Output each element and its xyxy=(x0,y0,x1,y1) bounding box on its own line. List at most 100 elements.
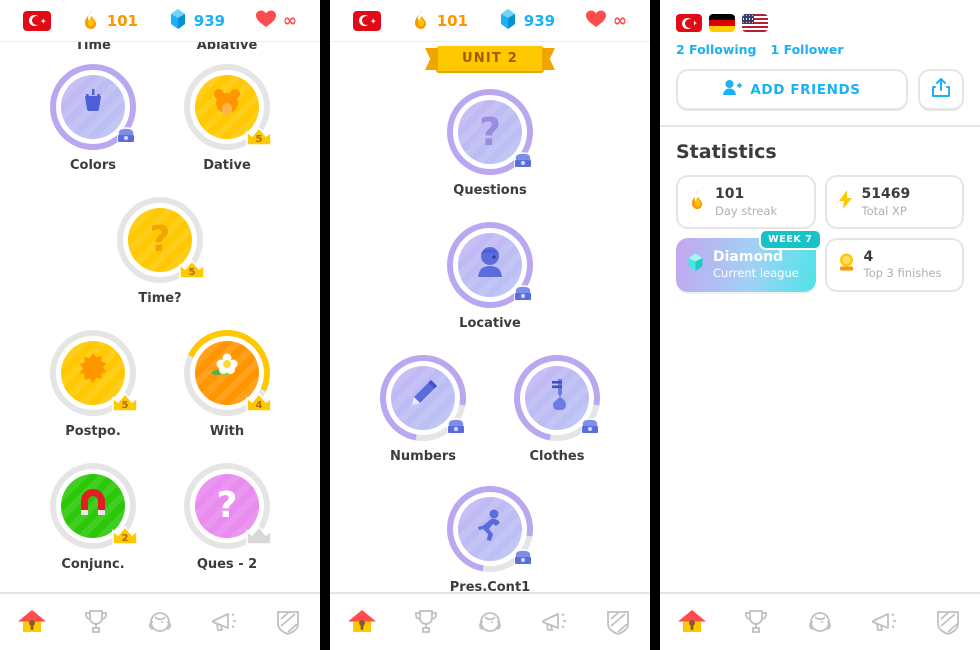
lesson-node-pres-cont1[interactable]: Pres.Cont1 xyxy=(430,469,550,592)
progress-ring: 4 xyxy=(171,317,283,429)
medal-icon xyxy=(837,252,856,277)
lesson-node-locative[interactable]: Locative xyxy=(435,222,545,331)
node-label: Numbers xyxy=(390,449,456,464)
crown-badge: 5 xyxy=(244,124,274,148)
stat-card-current-league[interactable]: WEEK 7 Diamond Current league xyxy=(676,228,822,292)
streak-count: 101 xyxy=(436,11,468,30)
chest-badge xyxy=(509,546,537,570)
heart-icon xyxy=(255,9,277,33)
stat-card-top-3-finishes[interactable]: 4 Top 3 finishes xyxy=(824,237,964,292)
share-icon xyxy=(931,77,951,102)
node-cutoff-time: Time xyxy=(38,42,148,52)
lesson-row: 2 Conjunc. ? Ques - 2 xyxy=(0,463,320,572)
usa-flag-icon[interactable] xyxy=(742,14,768,32)
progress-ring xyxy=(447,222,533,308)
trophy-icon[interactable] xyxy=(733,602,779,642)
megaphone-icon[interactable] xyxy=(861,602,907,642)
trophy-icon[interactable] xyxy=(403,602,449,642)
node-label: Time xyxy=(75,42,111,52)
bottom-navigation-middle xyxy=(330,592,650,650)
hearts-count: ∞ xyxy=(282,10,298,31)
turkey-flag-icon[interactable]: ✦ xyxy=(676,14,702,32)
turkey-flag-icon: ✦ xyxy=(352,10,381,31)
lesson-node-clothes[interactable]: Clothes xyxy=(497,338,617,464)
running-icon xyxy=(473,508,507,550)
lesson-node-conjunc[interactable]: 2 Conjunc. xyxy=(38,463,148,572)
follow-stats: 2 Following 1 Follower xyxy=(676,42,964,57)
unit-banner[interactable]: UNIT 2 xyxy=(436,46,544,71)
crown-level: 4 xyxy=(255,400,263,411)
lesson-node-questions[interactable]: ? Questions xyxy=(435,89,545,198)
screen-learn-path-middle: ✦ 101 939 ∞ UNIT 2 ? Questions Locative … xyxy=(330,0,650,650)
streak-counter[interactable]: 101 xyxy=(81,8,138,34)
stat-value: Diamond xyxy=(713,248,784,265)
profile-scroll[interactable]: ✦ 2 Following 1 Follower ADD FRIENDS Sta… xyxy=(660,0,980,592)
crown-badge: 4 xyxy=(244,390,274,414)
share-button[interactable] xyxy=(918,69,964,111)
screen-learn-path-left: ✦ 101 939 ∞ Time Ablative Colors 5 Dativ… xyxy=(0,0,320,650)
megaphone-icon[interactable] xyxy=(531,602,577,642)
hearts-counter[interactable]: ∞ xyxy=(255,9,297,33)
trophy-icon[interactable] xyxy=(73,602,119,642)
character-icon[interactable] xyxy=(797,602,843,642)
lesson-row: ? 5 Time? xyxy=(0,197,320,306)
progress-ring xyxy=(363,338,483,458)
lesson-node-postpo[interactable]: 5 Postpo. xyxy=(38,330,148,439)
home-icon[interactable] xyxy=(339,602,385,642)
following-count[interactable]: 2 Following xyxy=(676,42,757,57)
lesson-node-time-q[interactable]: ? 5 Time? xyxy=(105,197,215,306)
hearts-counter[interactable]: ∞ xyxy=(585,9,627,33)
learn-path-scroll-left[interactable]: Time Ablative Colors 5 Dative ? 5 Time? … xyxy=(0,42,320,592)
lesson-node-dative[interactable]: 5 Dative xyxy=(172,64,282,173)
shield-icon[interactable] xyxy=(265,602,311,642)
stat-label: Current league xyxy=(713,266,799,281)
lesson-node-ques-2[interactable]: ? Ques - 2 xyxy=(172,463,282,572)
home-icon[interactable] xyxy=(669,602,715,642)
crown-badge: 5 xyxy=(110,390,140,414)
followers-count[interactable]: 1 Follower xyxy=(771,42,844,57)
character-icon[interactable] xyxy=(467,602,513,642)
megaphone-icon[interactable] xyxy=(201,602,247,642)
home-icon[interactable] xyxy=(9,602,55,642)
crown-badge-locked xyxy=(244,523,274,547)
germany-flag-icon[interactable] xyxy=(709,14,735,32)
stat-label: Total XP xyxy=(861,203,907,218)
character-icon[interactable] xyxy=(137,602,183,642)
lesson-node-numbers[interactable]: Numbers xyxy=(363,338,483,464)
language-selector[interactable]: ✦ xyxy=(22,10,51,31)
crown-level: 5 xyxy=(255,134,263,145)
profile-actions: ADD FRIENDS xyxy=(676,69,964,111)
language-selector[interactable]: ✦ xyxy=(352,10,381,31)
streak-counter[interactable]: 101 xyxy=(411,8,468,34)
add-friends-button[interactable]: ADD FRIENDS xyxy=(676,69,908,111)
gem-icon xyxy=(498,8,518,34)
progress-ring xyxy=(50,64,136,150)
diamond-icon xyxy=(686,252,705,277)
gem-counter[interactable]: 939 xyxy=(168,8,225,34)
statistics-grid: 101 Day streak 51469 Total XP WEEK 7 Dia… xyxy=(660,175,980,292)
learn-path-scroll-middle[interactable]: UNIT 2 ? Questions Locative Numbers Clot… xyxy=(330,42,650,592)
add-person-icon xyxy=(723,79,743,100)
flame-icon xyxy=(411,8,431,34)
stat-card-total-xp[interactable]: 51469 Total XP xyxy=(824,175,964,229)
lesson-node-colors[interactable]: Colors xyxy=(38,64,148,173)
crown-badge: 5 xyxy=(177,257,207,281)
gem-counter[interactable]: 939 xyxy=(498,8,555,34)
node-label: Time? xyxy=(138,291,182,306)
node-label: Locative xyxy=(459,316,521,331)
lesson-node-with[interactable]: 4 With xyxy=(171,317,283,439)
lesson-row: Numbers Clothes xyxy=(330,338,650,464)
question-icon: ? xyxy=(478,110,502,154)
shield-icon[interactable] xyxy=(595,602,641,642)
gem-count: 939 xyxy=(193,11,226,30)
person-icon xyxy=(472,244,508,286)
node-label: Postpo. xyxy=(65,424,121,439)
node-label: With xyxy=(209,424,245,439)
unit-banner-wrap: UNIT 2 xyxy=(330,46,650,71)
week-badge: WEEK 7 xyxy=(759,228,822,250)
crown-badge: 2 xyxy=(110,523,140,547)
stat-card-day-streak[interactable]: 101 Day streak xyxy=(676,175,816,229)
crown-level: 2 xyxy=(121,533,129,544)
shield-icon[interactable] xyxy=(925,602,971,642)
progress-ring: ? xyxy=(447,89,533,175)
